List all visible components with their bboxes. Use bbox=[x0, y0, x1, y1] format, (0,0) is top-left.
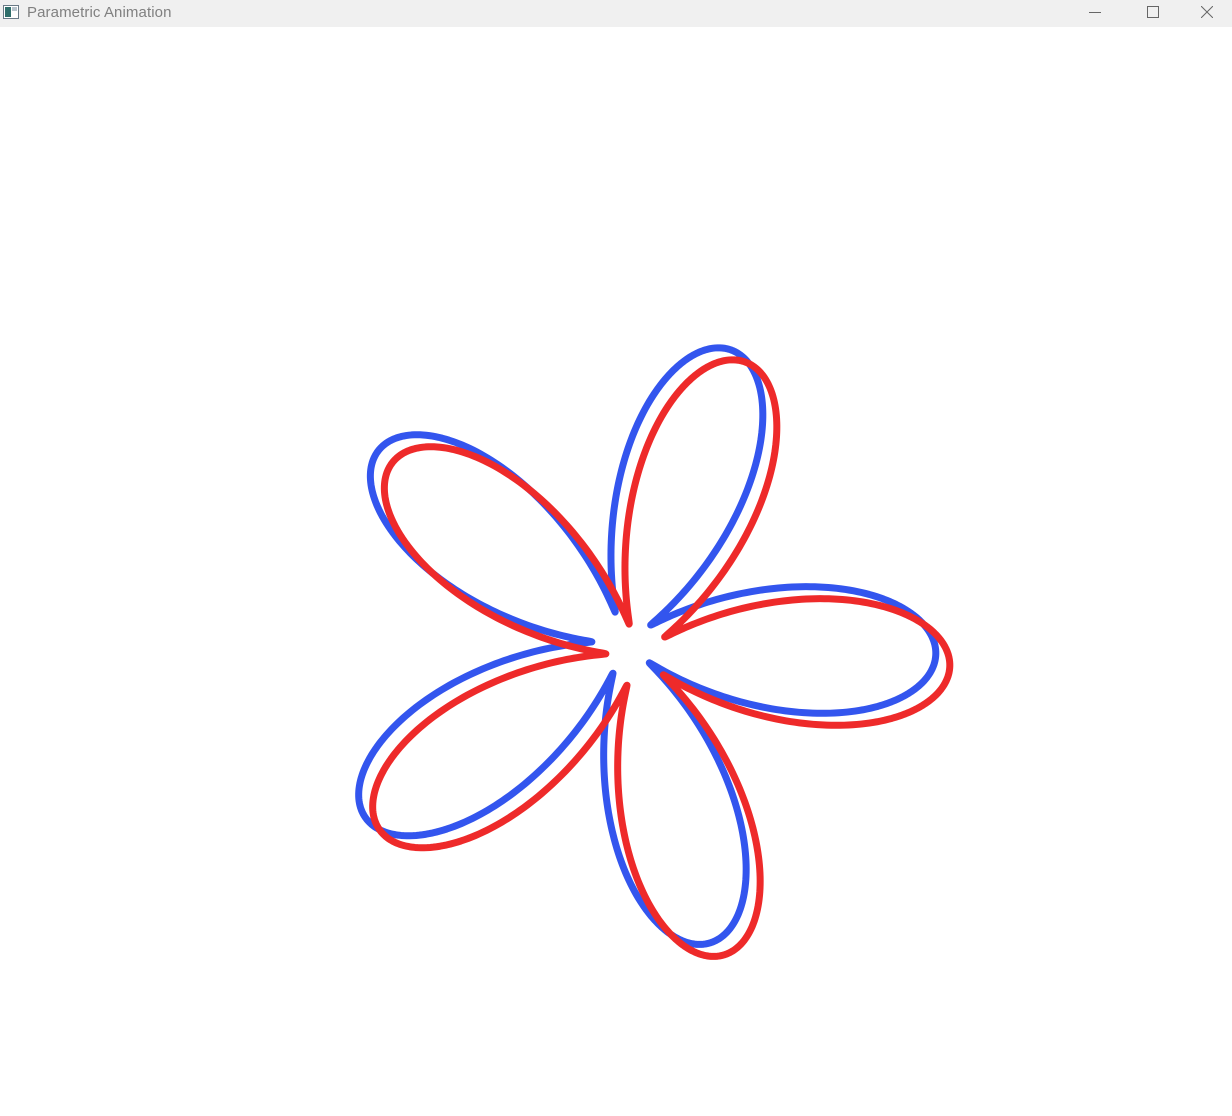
close-button[interactable] bbox=[1182, 0, 1232, 27]
minimize-icon bbox=[1089, 5, 1101, 23]
maximize-icon bbox=[1147, 5, 1159, 23]
app-window: Parametric Animation bbox=[0, 0, 1232, 1116]
app-window-icon bbox=[3, 5, 19, 19]
title-bar[interactable]: Parametric Animation bbox=[0, 0, 1232, 27]
red-curve bbox=[369, 356, 954, 960]
window-title: Parametric Animation bbox=[27, 4, 172, 21]
minimize-button[interactable] bbox=[1066, 0, 1124, 27]
maximize-button[interactable] bbox=[1124, 0, 1182, 27]
close-icon bbox=[1200, 5, 1214, 23]
animation-canvas bbox=[355, 344, 954, 960]
